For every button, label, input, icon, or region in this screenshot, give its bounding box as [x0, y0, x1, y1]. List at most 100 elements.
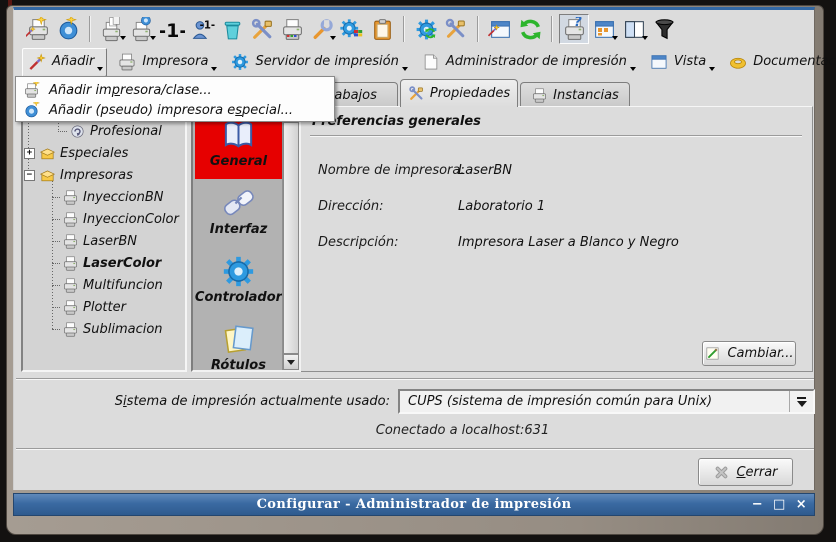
- menu-item-label: Añadir impresora/clase...: [49, 83, 212, 98]
- menu-caret-icon: [402, 67, 408, 74]
- tree-item-inyeccionbn[interactable]: InyeccionBN: [23, 186, 183, 208]
- maximize-button[interactable]: □: [773, 498, 786, 511]
- tree-item-multifuncion[interactable]: Multifuncion: [23, 274, 183, 296]
- menu-caret-icon: [709, 67, 715, 74]
- printer-queue-button[interactable]: [127, 14, 157, 44]
- menu-item-add-special-printer[interactable]: Añadir (pseudo) impresora especial...: [16, 100, 334, 120]
- close-button[interactable]: Cerrar: [698, 458, 793, 486]
- icon-list-item-controlador[interactable]: Controlador: [195, 251, 282, 315]
- menu-label: Servidor de impresión: [255, 54, 398, 69]
- window-titlebar[interactable]: Configurar - Administrador de impresión …: [13, 493, 815, 516]
- wizard-button[interactable]: [485, 14, 515, 44]
- tree-expander[interactable]: −: [24, 170, 35, 181]
- pages-icon: [220, 321, 257, 358]
- tree-label: Profesional: [90, 124, 162, 139]
- icon-list-scrollbar[interactable]: [282, 106, 299, 370]
- icon-list-item-rotulos[interactable]: Rótulos: [195, 319, 282, 383]
- menubar: Añadir Impresora Servidor de impresión A…: [14, 48, 814, 76]
- printer-icon: [62, 299, 79, 316]
- package-icon: [39, 145, 56, 162]
- tree-item-lasercolor[interactable]: LaserColor: [23, 252, 183, 274]
- printer-tools-button[interactable]: [247, 14, 277, 44]
- menu-administrador[interactable]: Administrador de impresión: [417, 49, 639, 76]
- filter-button[interactable]: [649, 14, 679, 44]
- wand-icon: [27, 52, 47, 72]
- tree-item-plotter[interactable]: Plotter: [23, 296, 183, 318]
- menu-servidor[interactable]: Servidor de impresión: [226, 49, 410, 76]
- printer-info-toggle[interactable]: [559, 14, 589, 44]
- toolbar-separator: [89, 16, 91, 42]
- tree-item-impresoras[interactable]: − Impresoras: [23, 164, 183, 186]
- server-restart-button[interactable]: [411, 14, 441, 44]
- tools-icon: [408, 85, 425, 102]
- combo-arrow-icon: [797, 397, 806, 399]
- icon-list-item-general[interactable]: General: [195, 115, 282, 179]
- icon-list-label: Controlador: [195, 290, 282, 305]
- printer-instance-icon: [531, 87, 548, 104]
- connector-icon: [220, 185, 257, 222]
- tree-item-laserbn[interactable]: LaserBN: [23, 230, 183, 252]
- menu-documentacion[interactable]: Documentación: [724, 49, 836, 76]
- package-icon: [39, 167, 56, 184]
- icon-list-item-interfaz[interactable]: Interfaz: [195, 183, 282, 247]
- tree-item-inyeccioncolor[interactable]: InyeccionColor: [23, 208, 183, 230]
- tree-label: Impresoras: [60, 168, 133, 183]
- printer-icon: [62, 189, 79, 206]
- report-button[interactable]: [367, 14, 397, 44]
- print-system-combobox[interactable]: CUPS (sistema de impresión común para Un…: [398, 389, 815, 414]
- printer-configure-button[interactable]: [307, 14, 337, 44]
- menu-label: Vista: [674, 54, 706, 69]
- menu-impresora[interactable]: Impresora: [113, 49, 220, 76]
- view-layout-button[interactable]: [619, 14, 649, 44]
- tree-item-especiales[interactable]: +Especiales: [23, 142, 183, 164]
- window-icon: [649, 52, 669, 72]
- quota-button[interactable]: [157, 14, 187, 44]
- tree-connector: [52, 285, 60, 286]
- printer-class-icon: [69, 123, 86, 140]
- separator: [16, 448, 814, 450]
- combo-arrow-button[interactable]: [789, 391, 813, 412]
- scrollbar-thumb[interactable]: [283, 122, 299, 354]
- tree-item-profesional[interactable]: Profesional: [23, 120, 183, 142]
- icon-list-label: Rótulos: [211, 358, 266, 373]
- combo-arrow-icon: [797, 401, 807, 412]
- scroll-down-button[interactable]: [283, 354, 299, 370]
- close-x-icon: [713, 464, 730, 481]
- tree-item-sublimacion[interactable]: Sublimacion: [23, 318, 183, 340]
- documentation-icon: [728, 52, 748, 72]
- tree-connector: [52, 219, 60, 220]
- test-page-button[interactable]: [277, 14, 307, 44]
- print-system-label: Sistema de impresión actualmente usado:: [14, 394, 390, 409]
- menu-anadir[interactable]: Añadir: [22, 48, 107, 77]
- menu-label: Impresora: [142, 54, 208, 69]
- view-icons-button[interactable]: [589, 14, 619, 44]
- server-configure-button[interactable]: [441, 14, 471, 44]
- add-special-printer-button[interactable]: [53, 14, 83, 44]
- menu-label: Administrador de impresión: [446, 54, 627, 69]
- menu-vista[interactable]: Vista: [645, 49, 718, 76]
- window-frame: Añadir Impresora Servidor de impresión A…: [6, 5, 824, 535]
- menu-item-add-printer[interactable]: Añadir impresora/clase...: [16, 80, 334, 100]
- header-divider: [310, 135, 802, 137]
- close-window-button[interactable]: ×: [796, 498, 807, 511]
- refresh-button[interactable]: [515, 14, 545, 44]
- menu-caret-icon: [211, 67, 217, 74]
- gear-icon: [220, 253, 257, 290]
- remove-printer-button[interactable]: [217, 14, 247, 44]
- menu-caret-icon: [630, 67, 636, 74]
- properties-panel: Preferencias generales Nombre de impreso…: [299, 106, 813, 372]
- user-quota-button[interactable]: [187, 14, 217, 44]
- system-configure-button[interactable]: [337, 14, 367, 44]
- edit-note-icon: [704, 345, 721, 362]
- add-printer-button[interactable]: [23, 14, 53, 44]
- tree-label: Sublimacion: [83, 322, 163, 337]
- add-printer-icon: [23, 82, 40, 99]
- minimize-button[interactable]: −: [752, 498, 763, 511]
- tab-propiedades[interactable]: Propiedades: [400, 79, 518, 107]
- tab-instancias[interactable]: Instancias: [520, 82, 630, 107]
- dropdown-caret-icon: [642, 36, 648, 43]
- screen-background: Añadir Impresora Servidor de impresión A…: [0, 0, 836, 542]
- print-documents-button[interactable]: [97, 14, 127, 44]
- tree-expander[interactable]: +: [24, 148, 35, 159]
- change-button[interactable]: Cambiar...: [702, 341, 796, 366]
